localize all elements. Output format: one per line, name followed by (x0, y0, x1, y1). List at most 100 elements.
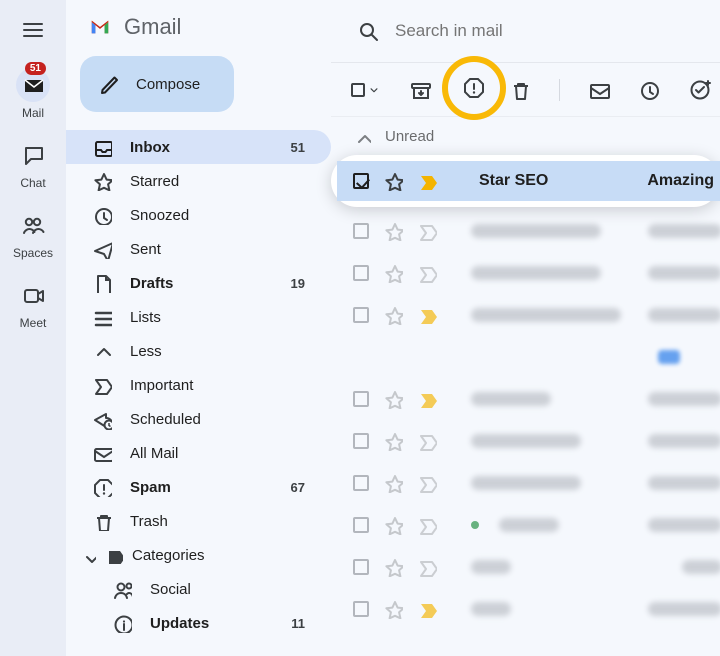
star-icon[interactable] (383, 263, 403, 283)
list-item[interactable] (331, 210, 720, 252)
folder-lists[interactable]: Lists (66, 300, 331, 334)
row-checkbox[interactable] (353, 601, 369, 617)
rail-chat[interactable]: Chat (16, 138, 50, 190)
important-marker-icon[interactable] (417, 389, 437, 409)
list-item[interactable] (331, 378, 720, 420)
blurred-sender (471, 392, 551, 406)
toolbar (331, 62, 720, 116)
important-marker-icon[interactable] (417, 221, 437, 241)
row-checkbox[interactable] (353, 517, 369, 533)
list-item[interactable] (331, 504, 720, 546)
star-icon[interactable] (383, 171, 403, 191)
folder-trash-label: Trash (130, 513, 305, 530)
folder-updates-label: Updates (150, 615, 273, 632)
important-marker-icon[interactable] (417, 263, 437, 283)
important-marker-icon[interactable] (417, 305, 437, 325)
list-item[interactable] (331, 294, 720, 336)
add-task-button[interactable] (688, 78, 712, 102)
important-marker-icon[interactable] (417, 431, 437, 451)
star-icon[interactable] (383, 515, 403, 535)
important-marker-icon[interactable] (417, 599, 437, 619)
list-item[interactable] (331, 588, 720, 630)
list-item[interactable] (331, 420, 720, 462)
app-rail: 51 Mail Chat Spaces Meet (0, 0, 66, 656)
row-checkbox[interactable] (353, 433, 369, 449)
star-icon[interactable] (383, 599, 403, 619)
important-marker-icon[interactable] (417, 515, 437, 535)
important-marker-icon[interactable] (417, 171, 437, 191)
folder-drafts[interactable]: Drafts 19 (66, 266, 331, 300)
star-icon[interactable] (383, 431, 403, 451)
list-icon (92, 307, 112, 327)
email-row-selected[interactable]: Star SEO Amazing (337, 161, 720, 201)
list-item[interactable] (331, 336, 720, 378)
folder-less[interactable]: Less (66, 334, 331, 368)
folder-trash[interactable]: Trash (66, 504, 331, 538)
blurred-subject (682, 560, 720, 574)
gmail-logo[interactable]: Gmail (66, 14, 331, 40)
search-icon[interactable] (357, 20, 379, 42)
folder-scheduled-label: Scheduled (130, 411, 305, 428)
search-input[interactable] (395, 21, 655, 41)
star-icon[interactable] (383, 557, 403, 577)
blurred-subject (648, 224, 720, 238)
folder-drafts-label: Drafts (130, 275, 273, 292)
row-checkbox[interactable] (353, 475, 369, 491)
important-marker-icon[interactable] (417, 557, 437, 577)
snooze-button[interactable] (638, 79, 660, 101)
archive-button[interactable] (409, 79, 431, 101)
row-checkbox[interactable] (353, 223, 369, 239)
list-item[interactable] (331, 546, 720, 588)
social-icon (112, 578, 132, 600)
rail-spaces-label: Spaces (13, 246, 53, 260)
gmail-logo-icon (86, 16, 114, 38)
row-checkbox[interactable] (353, 307, 369, 323)
folder-categories[interactable]: Categories (66, 538, 331, 572)
draft-icon (92, 273, 112, 293)
row-checkbox[interactable] (353, 265, 369, 281)
star-icon[interactable] (383, 389, 403, 409)
mark-read-button[interactable] (588, 79, 610, 101)
row-checkbox[interactable] (353, 559, 369, 575)
info-icon (112, 613, 132, 633)
folder-spam[interactable]: Spam 67 (66, 470, 331, 504)
folder-social[interactable]: Social (66, 572, 331, 606)
list-item[interactable] (331, 462, 720, 504)
folder-updates-count: 11 (291, 616, 305, 631)
main-menu-button[interactable] (21, 18, 45, 42)
chevron-up-icon (92, 341, 112, 361)
blurred-subject (648, 308, 720, 322)
section-unread[interactable]: Unread (331, 116, 720, 156)
star-icon[interactable] (383, 305, 403, 325)
star-icon[interactable] (383, 221, 403, 241)
delete-button[interactable] (509, 79, 531, 101)
rail-meet-label: Meet (20, 316, 47, 330)
select-all[interactable] (351, 83, 381, 97)
important-marker-icon[interactable] (417, 473, 437, 493)
rail-mail[interactable]: 51 Mail (16, 68, 50, 120)
compose-button[interactable]: Compose (80, 56, 234, 112)
folder-social-label: Social (150, 581, 305, 598)
row-checkbox[interactable] (353, 391, 369, 407)
folder-important[interactable]: Important (66, 368, 331, 402)
sent-icon (92, 239, 112, 259)
folder-updates[interactable]: Updates 11 (66, 606, 331, 640)
blurred-sender (471, 560, 511, 574)
rail-meet[interactable]: Meet (16, 278, 50, 330)
folder-scheduled[interactable]: Scheduled (66, 402, 331, 436)
report-spam-button[interactable] (442, 56, 506, 120)
folder-allmail[interactable]: All Mail (66, 436, 331, 470)
folder-inbox-count: 51 (291, 140, 305, 155)
blurred-sender (471, 602, 511, 616)
folder-starred[interactable]: Starred (66, 164, 331, 198)
folder-snoozed[interactable]: Snoozed (66, 198, 331, 232)
folder-sent[interactable]: Sent (66, 232, 331, 266)
rail-spaces[interactable]: Spaces (13, 208, 53, 260)
row-checkbox[interactable] (353, 173, 369, 189)
rail-chat-label: Chat (20, 176, 45, 190)
allmail-icon (92, 443, 112, 463)
list-item[interactable] (331, 252, 720, 294)
chevron-up-icon (353, 128, 371, 146)
star-icon[interactable] (383, 473, 403, 493)
folder-inbox[interactable]: Inbox 51 (66, 130, 331, 164)
